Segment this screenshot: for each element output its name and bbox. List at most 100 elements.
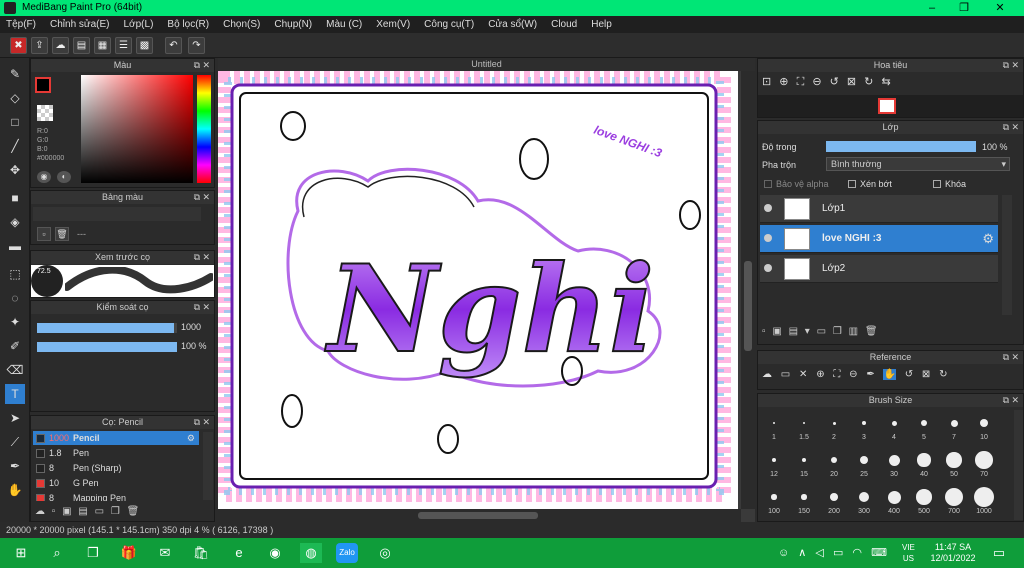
menu-item[interactable]: Chỉnh sửa(E) xyxy=(50,19,110,30)
gift-icon[interactable]: 🎁 xyxy=(118,543,140,563)
fill-rect-icon[interactable]: ■ xyxy=(5,188,25,208)
open-folder-icon[interactable]: ▭ xyxy=(781,369,790,380)
new-brush-icon[interactable]: ▫ xyxy=(52,506,56,517)
people-icon[interactable]: ☺ xyxy=(778,547,789,559)
brush-size-option[interactable]: 150 xyxy=(790,486,818,515)
palette-dropdown[interactable] xyxy=(33,207,201,221)
popout-icon[interactable]: ⧉ xyxy=(1003,59,1009,72)
rotate-right-icon[interactable]: ↻ xyxy=(864,76,873,88)
medibang-taskbar-icon[interactable]: ◍ xyxy=(300,543,322,563)
rect-tool-icon[interactable]: □ xyxy=(5,112,25,132)
new-layer-icon[interactable]: ▫ xyxy=(762,326,766,337)
menu-item[interactable]: Chụp(N) xyxy=(274,19,312,30)
bucket-tool-icon[interactable]: ◈ xyxy=(5,212,25,232)
merge-layer-icon[interactable]: ▥ xyxy=(849,326,858,337)
document-icon[interactable]: ▤ xyxy=(73,37,90,54)
volume-icon[interactable]: ◁ xyxy=(815,547,823,559)
brush-size-option[interactable]: 40 xyxy=(910,449,938,478)
menu-item[interactable]: Tệp(F) xyxy=(6,19,36,30)
cloud-icon[interactable]: ☁ xyxy=(762,369,772,380)
popout-icon[interactable]: ⧉ xyxy=(194,301,200,314)
task-view-icon[interactable]: ❐ xyxy=(82,543,104,563)
notification-icon[interactable]: ▭ xyxy=(988,543,1010,563)
brush-size-option[interactable]: 20 xyxy=(820,449,848,478)
brush-list-item[interactable]: 1000 Pencil ⚙ xyxy=(33,431,199,445)
layer-row[interactable]: love NGHI :3 ⚙ xyxy=(760,225,998,253)
flip-icon[interactable]: ⇆ xyxy=(881,76,890,88)
brush-opacity-slider[interactable] xyxy=(37,342,177,352)
select-tool-icon[interactable]: ⬚ xyxy=(5,264,25,284)
add-layer-dropdown-icon[interactable]: ▾ xyxy=(805,326,810,337)
protect-alpha-option[interactable]: Bảo vệ alpha xyxy=(764,179,829,189)
brush-size-option[interactable]: 5 xyxy=(910,412,938,441)
new-layer-1bit-icon[interactable]: ▤ xyxy=(789,326,798,337)
close-panel-icon[interactable]: ✕ xyxy=(202,191,210,204)
undo-icon[interactable]: ↶ xyxy=(165,37,182,54)
maximize-icon[interactable]: ❐ xyxy=(948,0,980,16)
menu-item[interactable]: Xem(V) xyxy=(376,19,410,30)
divide-tool-icon[interactable]: ⟋ xyxy=(5,432,25,452)
new-palette-icon[interactable]: ▫ xyxy=(37,227,51,241)
visibility-icon[interactable] xyxy=(764,204,772,212)
brush-size-option[interactable]: 70 xyxy=(970,449,998,478)
text-tool-icon[interactable]: T xyxy=(5,384,25,404)
fit-window-icon[interactable]: ⛶ xyxy=(797,76,805,88)
layer-opacity-slider[interactable] xyxy=(826,141,976,152)
clipping-option[interactable]: Xén bớt xyxy=(848,179,892,189)
brush-size-option[interactable]: 700 xyxy=(940,486,968,515)
close-panel-icon[interactable]: ✕ xyxy=(1011,394,1019,407)
edge-icon[interactable]: e xyxy=(228,543,250,563)
brush-size-option[interactable]: 15 xyxy=(790,449,818,478)
brush-size-option[interactable]: 4 xyxy=(880,412,908,441)
blend-mode-select[interactable]: Bình thường ▾ xyxy=(826,157,1010,171)
close-panel-icon[interactable]: ✕ xyxy=(202,301,210,314)
chevron-up-icon[interactable]: ∧ xyxy=(798,547,806,559)
brush-size-option[interactable]: 200 xyxy=(820,486,848,515)
battery-icon[interactable]: ▭ xyxy=(833,547,843,559)
hand-icon[interactable]: ✋ xyxy=(883,369,896,380)
menu-item[interactable]: Cửa sổ(W) xyxy=(488,19,537,30)
color-wheel-icon[interactable]: ◉ xyxy=(37,171,51,183)
primary-color-swatch[interactable] xyxy=(35,77,51,93)
select-pen-icon[interactable]: ✐ xyxy=(5,336,25,356)
layer-row[interactable]: Lớp2 xyxy=(760,255,998,283)
saturation-value-picker[interactable] xyxy=(81,75,193,183)
zoom-in-icon[interactable]: ⊕ xyxy=(816,369,824,380)
line-tool-icon[interactable]: ╱ xyxy=(5,136,25,156)
rotate-left-icon[interactable]: ↺ xyxy=(830,76,839,88)
drawing-canvas[interactable]: Nghi love NGHI :3 xyxy=(218,71,738,509)
eyedropper-icon[interactable]: ✒ xyxy=(5,456,25,476)
store-icon[interactable]: 🛍 xyxy=(190,543,212,563)
brush-list-item[interactable]: 8 Pen (Sharp) xyxy=(33,461,199,475)
close-panel-icon[interactable]: ✕ xyxy=(1011,121,1019,134)
brush-size-option[interactable]: 10 xyxy=(970,412,998,441)
menu-item[interactable]: Màu (C) xyxy=(326,19,362,30)
move-tool-icon[interactable]: ✥ xyxy=(5,160,25,180)
layer-folder-icon[interactable]: ▭ xyxy=(817,326,826,337)
zoom-out-icon[interactable]: ⊖ xyxy=(849,369,857,380)
clear-icon[interactable]: ✖ xyxy=(10,37,27,54)
canvas-horizontal-scrollbar[interactable] xyxy=(218,509,741,522)
lock-checkbox[interactable] xyxy=(933,180,941,188)
color-mode-icon[interactable]: ◐ xyxy=(57,171,71,183)
rotate-icon[interactable]: ↺ xyxy=(905,369,913,380)
gradient-tool-icon[interactable]: ▬ xyxy=(5,236,25,256)
popout-icon[interactable]: ⧉ xyxy=(194,416,200,429)
brush-size-option[interactable]: 12 xyxy=(760,449,788,478)
brush-size-scrollbar[interactable] xyxy=(1014,410,1023,520)
close-panel-icon[interactable]: ✕ xyxy=(1011,351,1019,364)
close-icon[interactable]: ✕ xyxy=(799,369,807,380)
brush-size-option[interactable]: 500 xyxy=(910,486,938,515)
brush-size-option[interactable]: 1000 xyxy=(970,486,998,515)
eyedropper-icon[interactable]: ✒ xyxy=(866,369,874,380)
windows-start-icon[interactable]: ⊞ xyxy=(10,543,32,563)
hue-slider[interactable] xyxy=(197,75,211,183)
reset-icon[interactable]: ⊠ xyxy=(847,76,856,88)
fit-icon[interactable]: ⛶ xyxy=(833,369,840,380)
language-indicator[interactable]: VIE US xyxy=(902,542,915,564)
close-panel-icon[interactable]: ✕ xyxy=(202,59,210,72)
menu-item[interactable]: Bộ lọc(R) xyxy=(167,19,209,30)
brush-list-item[interactable]: 8 Mapping Pen xyxy=(33,491,199,501)
brush-size-option[interactable]: 7 xyxy=(940,412,968,441)
popout-icon[interactable]: ⧉ xyxy=(1003,121,1009,134)
